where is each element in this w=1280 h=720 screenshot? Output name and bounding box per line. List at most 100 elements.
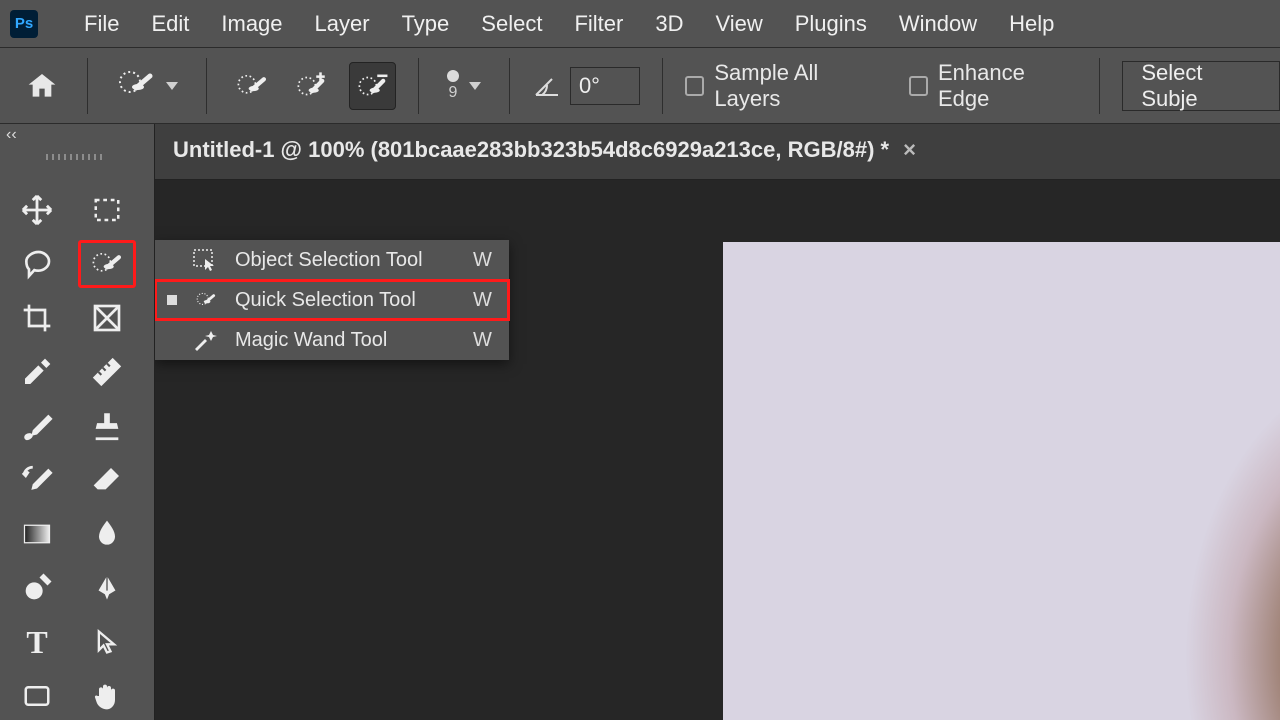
- home-button[interactable]: [20, 65, 65, 107]
- menu-view[interactable]: View: [699, 7, 778, 41]
- divider: [206, 58, 207, 114]
- menu-bar: Ps File Edit Image Layer Type Select Fil…: [0, 0, 1280, 48]
- menu-plugins[interactable]: Plugins: [779, 7, 883, 41]
- menu-help[interactable]: Help: [993, 7, 1070, 41]
- hand-tool[interactable]: [78, 672, 136, 720]
- angle-control[interactable]: [532, 67, 640, 105]
- magic-wand-icon: [191, 329, 221, 351]
- lasso-tool[interactable]: [8, 240, 66, 288]
- subtract-selection-button[interactable]: [349, 62, 396, 110]
- marquee-icon: [91, 195, 123, 225]
- eyedropper-icon: [21, 356, 53, 388]
- menu-filter[interactable]: Filter: [558, 7, 639, 41]
- grip-icon[interactable]: [46, 154, 106, 160]
- move-tool[interactable]: [8, 186, 66, 234]
- brush-tool[interactable]: [8, 402, 66, 450]
- sample-all-layers-label: Sample All Layers: [714, 60, 884, 112]
- angle-input[interactable]: [570, 67, 640, 105]
- selection-indicator: [167, 335, 177, 345]
- menu-image[interactable]: Image: [205, 7, 298, 41]
- type-icon: T: [26, 626, 47, 658]
- smudge-icon: [91, 517, 123, 551]
- quick-selection-icon: [89, 247, 125, 281]
- enhance-edge-label: Enhance Edge: [938, 60, 1077, 112]
- flyout-shortcut: W: [473, 249, 509, 272]
- document-tab[interactable]: Untitled-1 @ 100% (801bcaae283bb323b54d8…: [155, 124, 934, 179]
- quick-selection-add-icon: [295, 69, 329, 103]
- divider: [1099, 58, 1100, 114]
- menu-window[interactable]: Window: [883, 7, 993, 41]
- gradient-tool[interactable]: [8, 510, 66, 558]
- enhance-edge-option[interactable]: Enhance Edge: [909, 60, 1078, 112]
- flyout-object-selection[interactable]: Object Selection Tool W: [155, 240, 509, 280]
- quick-selection-new-icon: [235, 69, 269, 103]
- rect-marquee-tool[interactable]: [78, 186, 136, 234]
- flyout-shortcut: W: [473, 289, 509, 312]
- divider: [509, 58, 510, 114]
- pen-tool[interactable]: [78, 564, 136, 612]
- menu-file[interactable]: File: [68, 7, 135, 41]
- frame-icon: [91, 302, 123, 334]
- chevron-down-icon: [166, 82, 178, 90]
- smudge-tool[interactable]: [78, 510, 136, 558]
- ruler-tool[interactable]: [78, 348, 136, 396]
- tool-preset-picker[interactable]: [110, 62, 184, 110]
- brush-size-label: 9: [449, 84, 458, 102]
- history-brush-tool[interactable]: [8, 456, 66, 504]
- add-selection-button[interactable]: [289, 62, 335, 110]
- quick-selection-tool[interactable]: [78, 240, 136, 288]
- arrow-cursor-icon: [93, 626, 121, 658]
- chevron-down-icon: [469, 82, 481, 90]
- flyout-label: Object Selection Tool: [235, 249, 459, 272]
- menu-3d[interactable]: 3D: [639, 7, 699, 41]
- app-logo: Ps: [10, 10, 38, 38]
- close-tab-icon[interactable]: ×: [903, 137, 916, 163]
- checkbox-icon[interactable]: [685, 76, 704, 96]
- selection-indicator: [167, 295, 177, 305]
- home-icon: [25, 70, 59, 102]
- crop-tool[interactable]: [8, 294, 66, 342]
- checkbox-icon[interactable]: [909, 76, 928, 96]
- brush-picker[interactable]: 9: [441, 70, 487, 102]
- selection-indicator: [167, 255, 177, 265]
- flyout-label: Magic Wand Tool: [235, 329, 459, 352]
- divider: [662, 58, 663, 114]
- menu-layer[interactable]: Layer: [299, 7, 386, 41]
- type-tool[interactable]: T: [8, 618, 66, 666]
- flyout-magic-wand[interactable]: Magic Wand Tool W: [155, 320, 509, 360]
- toolbox: T: [0, 180, 155, 720]
- canvas-area[interactable]: Object Selection Tool W Quick Selection …: [155, 180, 1280, 720]
- quick-selection-icon: [116, 66, 156, 106]
- path-selection-tool[interactable]: [78, 618, 136, 666]
- eyedropper-tool[interactable]: [8, 348, 66, 396]
- flyout-quick-selection[interactable]: Quick Selection Tool W: [155, 280, 509, 320]
- eraser-tool[interactable]: [78, 456, 136, 504]
- divider: [87, 58, 88, 114]
- menu-edit[interactable]: Edit: [135, 7, 205, 41]
- divider: [418, 58, 419, 114]
- select-subject-button[interactable]: Select Subje: [1122, 61, 1280, 111]
- flyout-shortcut: W: [473, 329, 509, 352]
- crop-icon: [21, 302, 53, 334]
- hand-icon: [91, 679, 123, 713]
- collapse-toolbox-icon[interactable]: ‹‹: [6, 124, 17, 144]
- document-canvas[interactable]: [723, 242, 1280, 720]
- frame-tool[interactable]: [78, 294, 136, 342]
- menu-select[interactable]: Select: [465, 7, 558, 41]
- rectangle-icon: [21, 681, 53, 711]
- quick-selection-subtract-icon: [356, 69, 390, 103]
- shape-tool[interactable]: [8, 672, 66, 720]
- dodge-tool[interactable]: [8, 564, 66, 612]
- stamp-icon: [90, 409, 124, 443]
- main-area: T Object Selection Tool W: [0, 180, 1280, 720]
- lasso-icon: [20, 248, 54, 280]
- tab-strip-row: ‹‹ Untitled-1 @ 100% (801bcaae283bb323b5…: [0, 124, 1280, 180]
- menu-type[interactable]: Type: [386, 7, 466, 41]
- pen-icon: [91, 571, 123, 605]
- sample-all-layers-option[interactable]: Sample All Layers: [685, 60, 885, 112]
- brush-dot-icon: [447, 70, 459, 82]
- new-selection-button[interactable]: [228, 62, 274, 110]
- options-bar: 9 Sample All Layers Enhance Edge Select …: [0, 48, 1280, 124]
- stamp-tool[interactable]: [78, 402, 136, 450]
- image-content: [1183, 362, 1280, 720]
